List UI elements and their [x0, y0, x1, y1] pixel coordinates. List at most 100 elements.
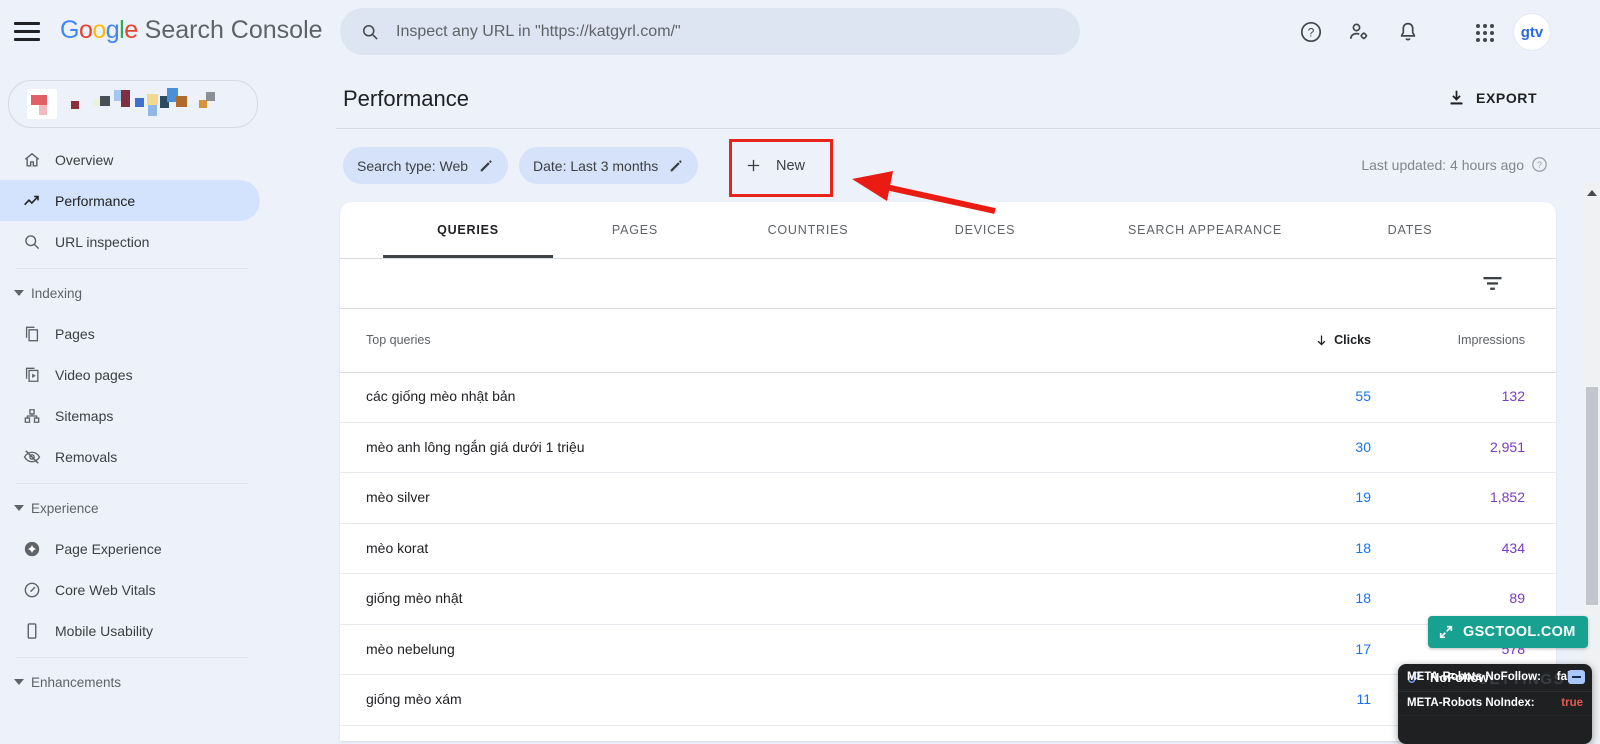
scrollbar-up-arrow-icon[interactable]	[1587, 190, 1597, 196]
sidebar-item-label: URL inspection	[55, 233, 150, 250]
tab-pages[interactable]: PAGES	[612, 202, 658, 258]
property-logo	[27, 89, 57, 119]
tab-countries[interactable]: COUNTRIES	[768, 202, 849, 258]
sidebar-item-removals[interactable]: Removals	[0, 436, 260, 477]
column-impressions: Impressions	[1457, 333, 1525, 347]
apps-grid-icon[interactable]	[1473, 21, 1497, 45]
filter-list-icon[interactable]	[1483, 274, 1502, 293]
sidebar-item-url-inspection[interactable]: URL inspection	[0, 221, 260, 262]
home-icon	[22, 150, 42, 170]
impressions-value: 2,951	[1489, 438, 1525, 455]
gauge-icon	[22, 580, 42, 600]
section-label: Indexing	[31, 285, 83, 301]
gsctool-badge[interactable]: GSCTOOL.COM	[1428, 616, 1588, 648]
topbar: Google Search Console Inspect any URL in …	[0, 0, 1600, 64]
sitemap-icon	[22, 406, 42, 426]
chip-label: Search type: Web	[357, 157, 469, 174]
meta-robots-label: META-Robots NoIndex:	[1407, 696, 1535, 709]
scrollbar-thumb[interactable]	[1585, 387, 1598, 605]
tab-search-appearance[interactable]: SEARCH APPEARANCE	[1128, 202, 1282, 258]
impressions-value: 89	[1509, 590, 1525, 606]
chevron-down-icon	[14, 679, 24, 685]
sidebar-section-enhancements[interactable]: Enhancements	[0, 668, 260, 696]
export-button[interactable]: EXPORT	[1447, 88, 1537, 107]
query-row[interactable]: giống mèo nhật 18 89	[340, 574, 1556, 625]
help-icon[interactable]: ?	[1299, 20, 1323, 44]
sidebar-item-label: Video pages	[55, 366, 133, 383]
sidebar-item-label: Core Web Vitals	[55, 581, 156, 598]
sidebar-item-overview[interactable]: Overview	[0, 139, 260, 180]
sidebar-divider	[16, 268, 248, 269]
edit-icon	[480, 159, 492, 171]
sidebar-section-indexing[interactable]: Indexing	[0, 279, 260, 307]
trend-icon	[22, 191, 42, 211]
sidebar-item-label: Overview	[55, 151, 114, 168]
property-selector[interactable]	[8, 80, 258, 128]
queries-table-body: các giống mèo nhật bản 55 132 mèo anh lông …	[340, 372, 1556, 726]
header-divider	[336, 128, 1600, 129]
sidebar-section-experience[interactable]: Experience	[0, 494, 260, 522]
sidebar-item-performance[interactable]: Performance	[0, 180, 260, 221]
sidebar-item-label: Removals	[55, 448, 118, 465]
query-row[interactable]: mèo korat 18 434	[340, 524, 1556, 574]
dimension-tabs: QUERIES PAGES COUNTRIES DEVICES SEARCH APPEA…	[340, 202, 1556, 259]
sidebar-item-label: Sitemaps	[55, 407, 114, 424]
search-icon	[363, 24, 378, 40]
plus-icon	[747, 159, 760, 172]
sidebar-divider	[16, 657, 248, 658]
performance-card: QUERIES PAGES COUNTRIES DEVICES SEARCH APPEA…	[340, 202, 1556, 741]
filter-row	[340, 259, 1556, 309]
manage-users-icon[interactable]	[1347, 20, 1371, 44]
sidebar-item-core-web-vitals[interactable]: Core Web Vitals	[0, 569, 260, 610]
filter-chip-search-type[interactable]: Search type: Web	[343, 147, 509, 184]
hamburger-menu-icon[interactable]	[14, 22, 40, 42]
edit-icon	[670, 159, 682, 171]
nofollow-panel: SETTINGS NoFollow META-Robots NoFollow:f…	[1398, 664, 1592, 744]
query-row[interactable]: mèo anh lông ngắn giá dưới 1 triệu 30 2,95…	[340, 423, 1556, 473]
page-title: Performance	[343, 86, 469, 111]
impressions-value: 1,852	[1489, 489, 1525, 505]
search-placeholder: Inspect any URL in "https://katgyrl.com/…	[396, 22, 681, 40]
meta-robots-row: META-Robots NoIndex: true	[1398, 690, 1592, 716]
pages-icon	[22, 324, 42, 344]
sidebar-item-label: Page Experience	[55, 540, 162, 557]
sidebar-item-sitemaps[interactable]: Sitemaps	[0, 395, 260, 436]
filter-chip-date[interactable]: Date: Last 3 months	[519, 147, 699, 184]
notifications-icon[interactable]	[1396, 20, 1420, 44]
download-icon	[1450, 90, 1463, 105]
video-icon	[22, 365, 42, 385]
expand-icon	[1439, 625, 1453, 639]
query-row[interactable]: giống mèo xám 11	[340, 675, 1556, 726]
query-row[interactable]: mèo silver 19 1,852	[340, 473, 1556, 524]
last-updated: Last updated: 4 hours ago ?	[1336, 156, 1548, 173]
product-name: Search Console	[144, 16, 323, 44]
tab-devices[interactable]: DEVICES	[955, 202, 1015, 258]
chevron-down-icon	[14, 290, 24, 296]
collapse-button[interactable]	[1568, 670, 1585, 684]
impressions-value	[340, 675, 1525, 725]
impressions-value: 578	[1501, 640, 1525, 657]
account-avatar[interactable]: gtv	[1514, 14, 1550, 50]
sidebar-item-video-pages[interactable]: Video pages	[0, 354, 260, 395]
scrollbar-track[interactable]	[1583, 182, 1600, 741]
eye-off-icon	[22, 447, 42, 467]
sidebar-item-page-experience[interactable]: Page Experience	[0, 528, 260, 569]
sidebar-item-label: Performance	[55, 192, 136, 209]
mobile-icon	[22, 621, 42, 641]
tab-queries[interactable]: QUERIES	[437, 202, 499, 258]
url-inspection-searchbar[interactable]: Inspect any URL in "https://katgyrl.com/…	[340, 8, 1080, 55]
chip-label: Date: Last 3 months	[533, 157, 659, 174]
query-row[interactable]: các giống mèo nhật bản 55 132	[340, 372, 1556, 423]
sidebar-item-pages[interactable]: Pages	[0, 313, 260, 354]
tab-dates[interactable]: DATES	[1388, 202, 1433, 258]
help-circle-icon[interactable]: ?	[1531, 156, 1548, 173]
sidebar-item-mobile-usability[interactable]: Mobile Usability	[0, 610, 260, 651]
sidebar-divider	[16, 483, 248, 484]
new-filter-button[interactable]: New	[737, 147, 805, 184]
meta-robots-value: true	[1561, 696, 1583, 709]
google-logo: Google	[60, 16, 138, 44]
impressions-value: 434	[1501, 539, 1525, 556]
app-logo: Google Search Console	[60, 16, 323, 45]
page-experience-icon	[22, 539, 42, 559]
query-row[interactable]: mèo nebelung 17 578	[340, 625, 1556, 675]
